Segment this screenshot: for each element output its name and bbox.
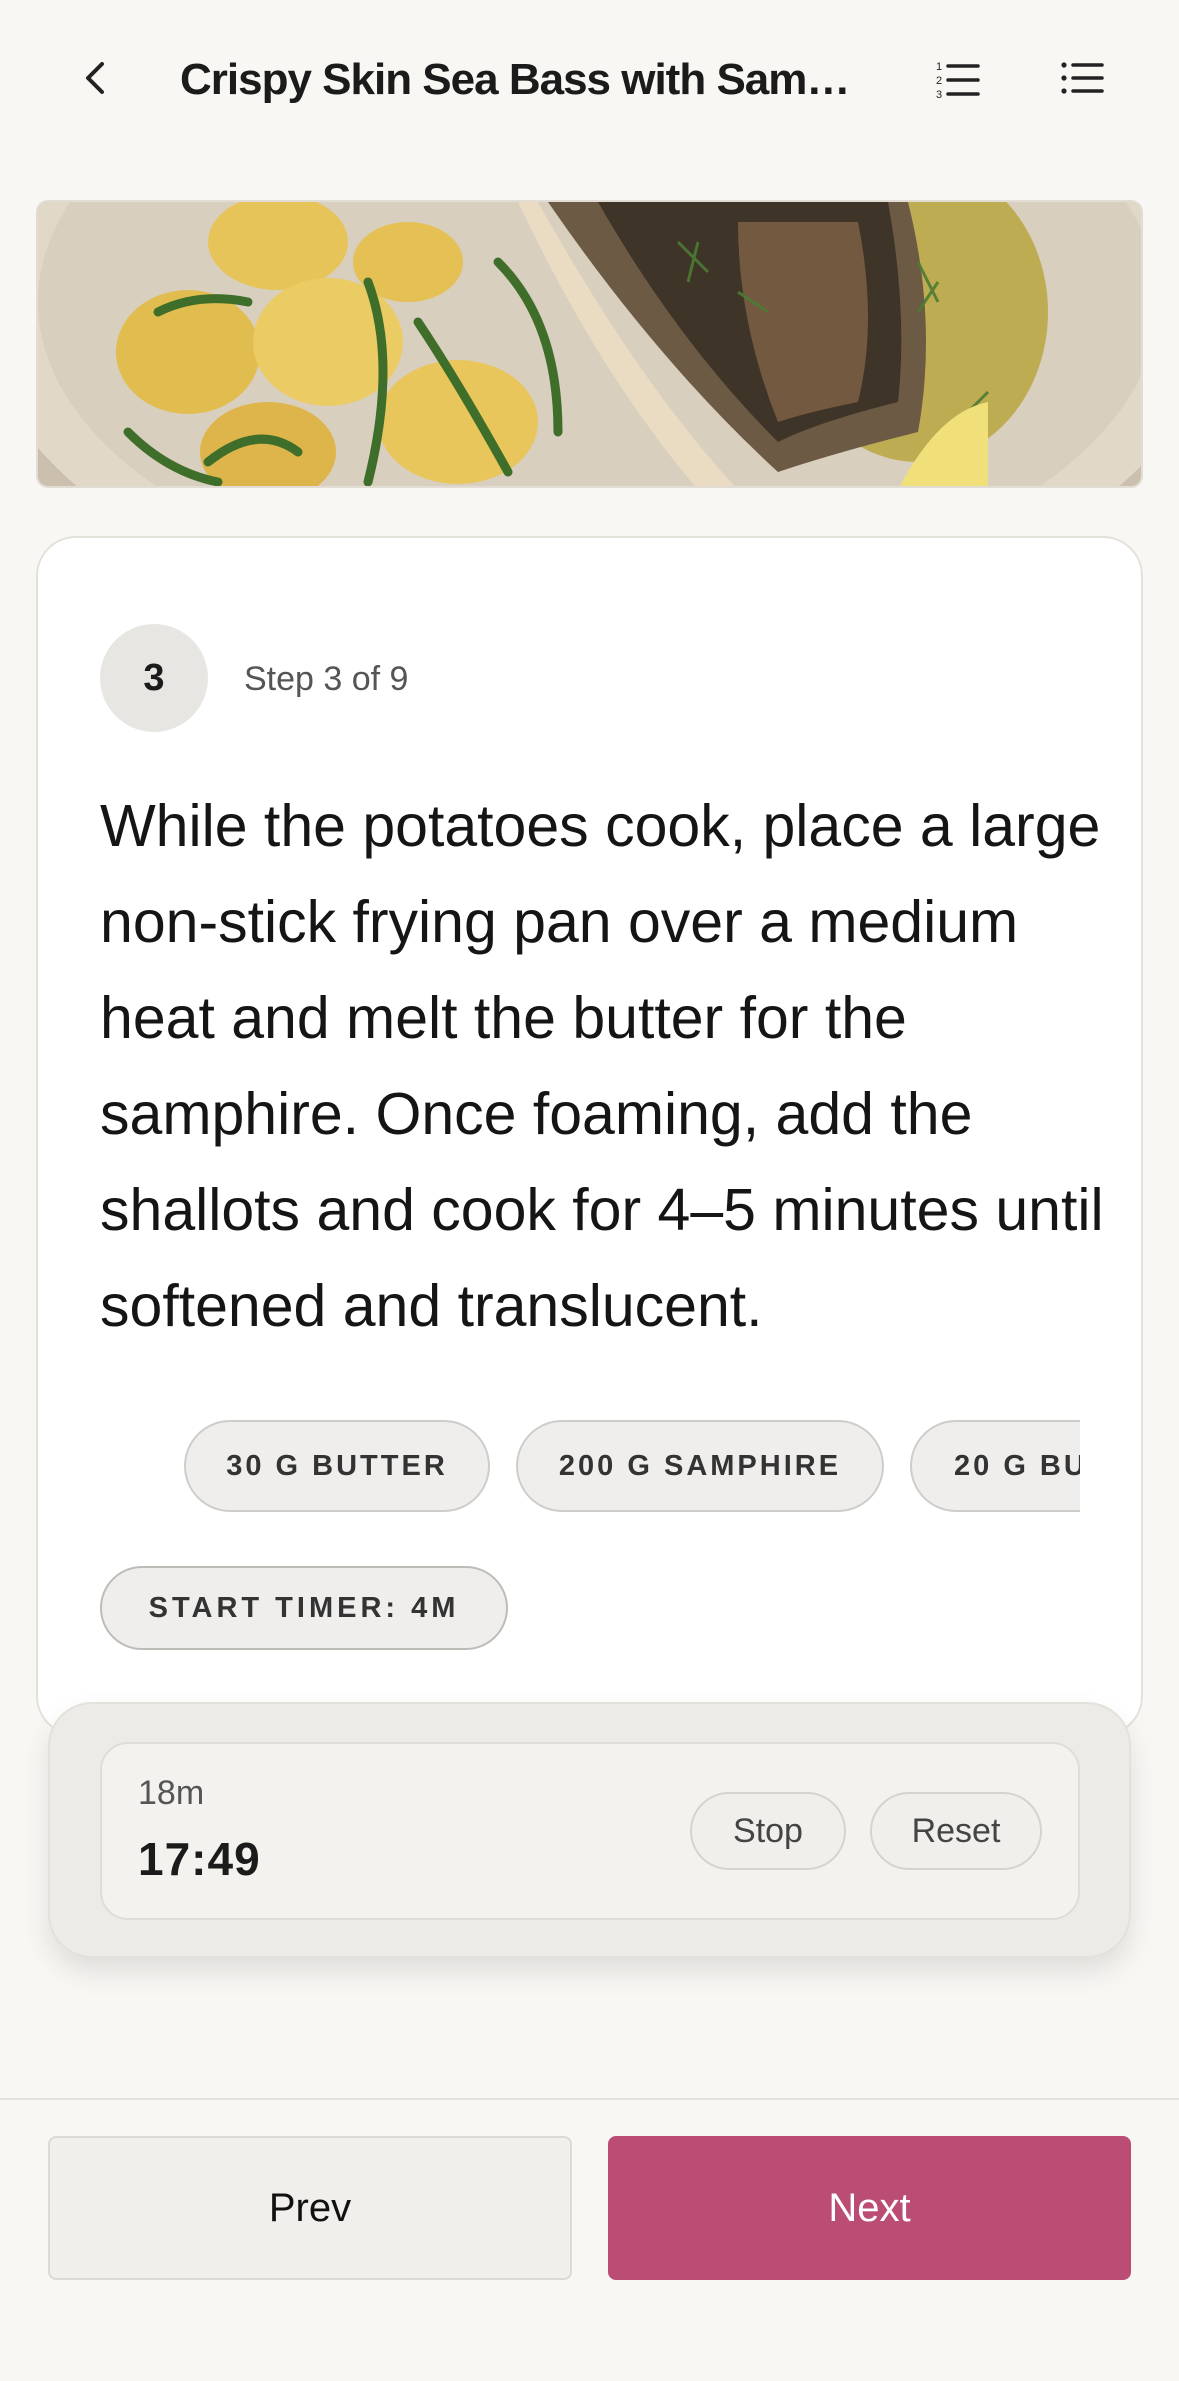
ingredient-chip[interactable]: 200 G SAMPHIRE <box>516 1420 884 1512</box>
page-title: Crispy Skin Sea Bass with Samphire and N… <box>180 55 870 104</box>
recipe-step-screen: Crispy Skin Sea Bass with Samphire and N… <box>0 0 1179 2381</box>
timer-countdown: 17:49 <box>138 1833 261 1885</box>
stop-button[interactable]: Stop <box>690 1792 846 1870</box>
timer-panel: 18m 17:49 Stop Reset <box>48 1702 1131 1958</box>
step-number-badge: 3 <box>100 624 208 732</box>
svg-text:3: 3 <box>936 89 942 98</box>
numbered-list-icon: 1 2 3 <box>936 58 980 103</box>
list-icon <box>1060 60 1104 101</box>
ingredients-list-button[interactable]: 1 2 3 <box>928 50 988 110</box>
step-instruction: While the potatoes cook, place a large n… <box>100 793 1104 1339</box>
ingredient-chip[interactable]: 20 G BUTTER <box>910 1420 1080 1512</box>
chevron-left-icon <box>82 58 110 103</box>
recipe-photo <box>36 200 1143 488</box>
prev-button[interactable]: Prev <box>48 2136 572 2280</box>
active-timer: 18m 17:49 Stop Reset <box>100 1742 1080 1920</box>
reset-button[interactable]: Reset <box>870 1792 1042 1870</box>
ingredient-chips[interactable]: 30 G BUTTER 200 G SAMPHIRE 20 G BUTTER <box>100 1418 1080 1514</box>
ingredient-chip[interactable]: 30 G BUTTER <box>184 1420 490 1512</box>
svg-text:1: 1 <box>936 61 942 73</box>
back-button[interactable] <box>66 50 126 110</box>
footer-divider <box>0 2098 1179 2100</box>
step-card: 3 Step 3 of 9 While the potatoes cook, p… <box>36 536 1143 1736</box>
app-header: Crispy Skin Sea Bass with Samphire and N… <box>0 0 1179 160</box>
svg-text:2: 2 <box>936 75 942 87</box>
timer-label: 18m <box>138 1774 205 1812</box>
step-counter: Step 3 of 9 <box>244 660 409 698</box>
next-button[interactable]: Next <box>608 2136 1131 2280</box>
steps-list-button[interactable] <box>1052 50 1112 110</box>
start-timer-button[interactable]: START TIMER: 4M <box>100 1566 508 1650</box>
